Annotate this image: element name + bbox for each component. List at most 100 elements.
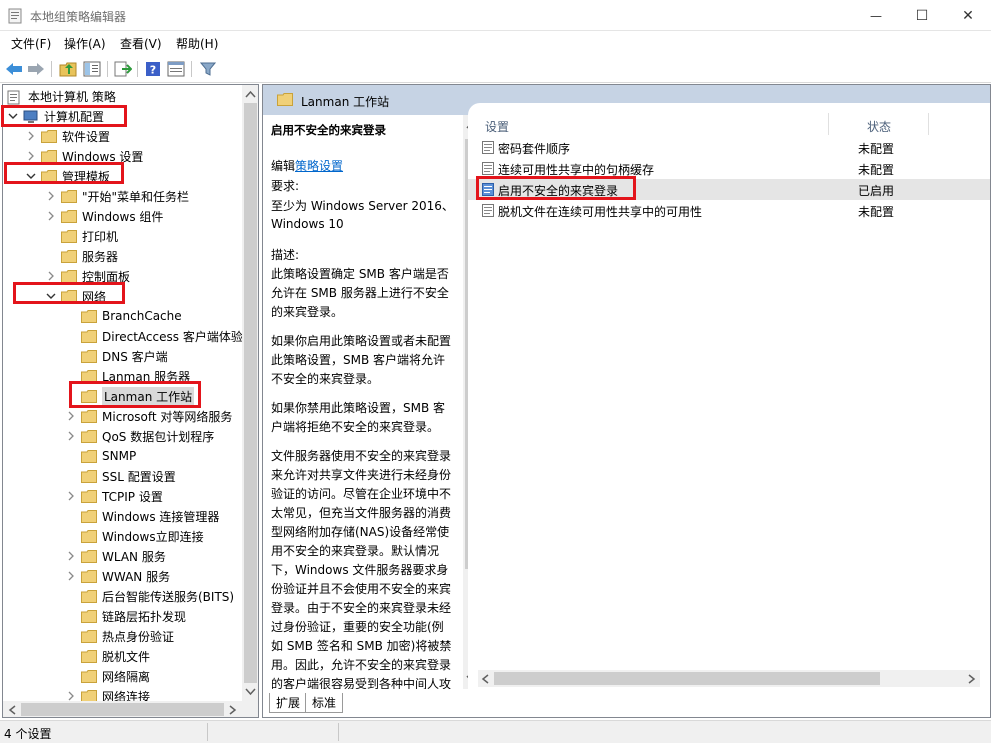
tree-item-label: 链路层拓扑发现 [102,609,187,624]
up-folder-icon[interactable] [58,59,78,79]
show-hide-tree-icon[interactable] [82,59,102,79]
tree-windows-connect-now[interactable]: Windows立即连接 [65,526,204,546]
folder-icon [81,609,97,623]
tree-qos-packet-scheduler[interactable]: QoS 数据包计划程序 [65,426,214,446]
column-setting[interactable]: 设置 [485,118,509,135]
collapsed-chevron-icon[interactable] [65,410,77,422]
collapsed-chevron-icon[interactable] [65,550,77,562]
collapsed-chevron-icon[interactable] [25,150,37,162]
description-panel: 启用不安全的来宾登录 编辑策略设置 要求: 至少为 Windows Server … [263,115,463,689]
menu-bar: 文件(F) 操作(A) 查看(V) 帮助(H) [0,31,991,55]
scroll-right-icon[interactable] [229,705,237,715]
description-line: 用不安全的来宾登录。默认情况 [271,544,440,558]
tree-link-layer-topology[interactable]: 链路层拓扑发现 [65,606,186,626]
back-icon[interactable] [4,59,24,79]
toolbar: ? [0,55,991,83]
tree-offline-files[interactable]: 脱机文件 [65,646,150,666]
tree-snmp[interactable]: SNMP [65,446,136,466]
description-line: 份验证并且不会使用不安全的来宾 [271,582,452,596]
folder-icon [81,509,97,523]
tree-item-label: Windows立即连接 [102,529,204,544]
scroll-left-icon[interactable] [481,674,489,684]
menu-action[interactable]: 操作(A) [64,35,106,52]
collapsed-chevron-icon[interactable] [65,570,77,582]
tree-start-menu-taskbar[interactable]: "开始"菜单和任务栏 [45,186,189,206]
tree-horizontal-scrollbar[interactable] [3,701,242,717]
collapsed-chevron-icon[interactable] [25,130,37,142]
collapsed-chevron-icon[interactable] [65,430,77,442]
properties-icon[interactable] [166,59,186,79]
collapsed-chevron-icon[interactable] [45,210,57,222]
description-title: 启用不安全的来宾登录 [271,123,386,137]
scroll-left-icon[interactable] [8,705,16,715]
scroll-down-icon[interactable] [245,688,256,696]
collapsed-chevron-icon[interactable] [65,490,77,502]
tree-item-label: 脱机文件 [102,649,151,664]
tree-hotspot-auth[interactable]: 热点身份验证 [65,626,174,646]
setting-name: 脱机文件在连续可用性共享中的可用性 [498,205,703,219]
filter-icon[interactable] [198,59,218,79]
tree-item-label: 软件设置 [62,129,111,144]
help-icon[interactable]: ? [143,59,163,79]
tree-vertical-scrollbar[interactable] [242,85,258,701]
highlight-lanman-workstation [69,381,201,408]
export-list-icon[interactable] [113,59,133,79]
tree-ssl-config[interactable]: SSL 配置设置 [65,466,176,486]
view-tabs: 扩展 标准 [263,691,990,717]
policy-setting-icon [482,204,494,217]
tree-wwan-service[interactable]: WWAN 服务 [65,566,170,586]
collapsed-chevron-icon[interactable] [45,270,57,282]
tree-item-label: Windows 组件 [82,209,164,224]
menu-view[interactable]: 查看(V) [120,35,162,52]
policy-editor-icon [8,8,22,24]
list-horizontal-scrollbar[interactable] [478,670,980,687]
folder-icon [61,229,77,243]
scroll-right-icon[interactable] [968,674,976,684]
setting-row[interactable]: 密码套件顺序 未配置 [468,137,990,158]
tree-windows-connection-manager[interactable]: Windows 连接管理器 [65,506,219,526]
edit-policy-link[interactable]: 策略设置 [295,159,343,173]
description-line: 过身份验证，重要的安全功能(例 [271,620,444,634]
minimize-button[interactable]: — [853,0,899,31]
description-line: 描述: [271,248,300,262]
folder-icon [81,309,97,323]
collapsed-chevron-icon[interactable] [45,190,57,202]
tree-software-settings[interactable]: 软件设置 [25,126,110,146]
description-line: 的客户端很容易受到各种中间人攻 [271,677,452,689]
forward-icon[interactable] [26,59,46,79]
window-title: 本地组策略编辑器 [30,10,127,24]
tree-windows-components[interactable]: Windows 组件 [45,206,163,226]
scroll-up-icon[interactable] [245,90,256,98]
menu-help[interactable]: 帮助(H) [176,35,218,52]
policy-setting-icon [482,141,494,154]
tree-printers[interactable]: 打印机 [45,226,118,246]
folder-icon [81,589,97,603]
close-button[interactable]: ✕ [945,0,991,31]
setting-row[interactable]: 脱机文件在连续可用性共享中的可用性 未配置 [468,200,990,221]
tree-item-label: WLAN 服务 [102,549,166,564]
column-state[interactable]: 状态 [867,118,891,135]
tab-extended[interactable]: 扩展 [269,693,308,713]
maximize-button[interactable]: ☐ [899,0,945,31]
description-line: 来允许对共享文件夹进行未经身份 [271,468,452,482]
tree-network-isolation[interactable]: 网络隔离 [65,666,150,686]
tree-tcpip-settings[interactable]: TCPIP 设置 [65,486,163,506]
tree-wlan-service[interactable]: WLAN 服务 [65,546,166,566]
tab-standard[interactable]: 标准 [305,693,344,713]
tree-dns-client[interactable]: DNS 客户端 [65,346,168,366]
tree-bits[interactable]: 后台智能传送服务(BITS) [65,586,234,606]
highlight-admin-templates [4,162,124,184]
tree-local-computer-policy[interactable]: 本地计算机 策略 [7,86,116,106]
tree-branchcache[interactable]: BranchCache [65,306,182,326]
menu-file[interactable]: 文件(F) [11,35,51,52]
description-line: 的来宾登录。 [271,305,344,319]
tree-microsoft-p2p[interactable]: Microsoft 对等网络服务 [65,406,232,426]
tree-server[interactable]: 服务器 [45,246,118,266]
description-line: Windows 10 [271,217,344,231]
tree-directaccess-client[interactable]: DirectAccess 客户端体验 [65,326,243,346]
